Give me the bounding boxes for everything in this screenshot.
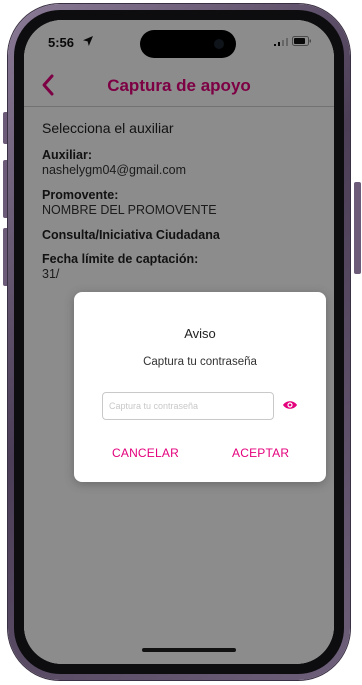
password-dialog: Aviso Captura tu contraseña CANCELAR ACE… [74, 292, 326, 482]
dialog-message: Captura tu contraseña [143, 356, 257, 368]
stage: 5:56 Captura de apoyo Selecciona el auxi… [0, 0, 362, 685]
dialog-title: Aviso [184, 326, 216, 341]
accept-button[interactable]: ACEPTAR [232, 446, 289, 460]
cancel-button[interactable]: CANCELAR [112, 446, 179, 460]
phone-frame: 5:56 Captura de apoyo Selecciona el auxi… [8, 4, 350, 680]
power-button [354, 182, 361, 274]
phone-screen: 5:56 Captura de apoyo Selecciona el auxi… [24, 20, 334, 664]
home-indicator[interactable] [142, 648, 236, 652]
password-input[interactable] [102, 392, 274, 420]
phone-bezel: 5:56 Captura de apoyo Selecciona el auxi… [14, 10, 344, 674]
eye-icon[interactable] [282, 398, 298, 412]
